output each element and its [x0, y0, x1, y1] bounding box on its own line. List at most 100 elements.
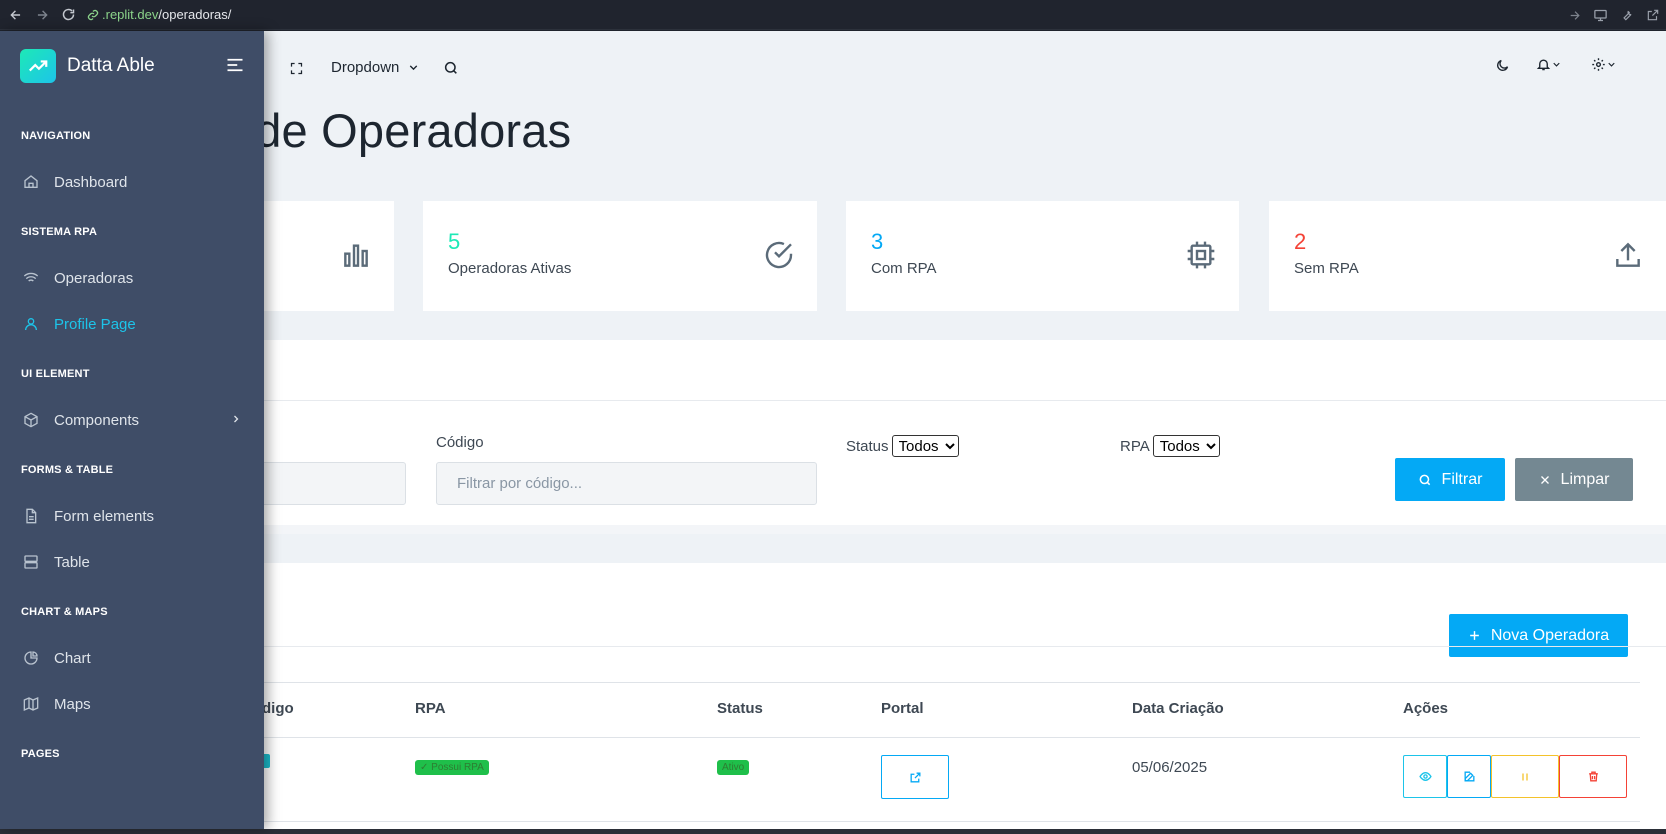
stat-card-com-rpa: 3 Com RPA — [846, 201, 1239, 311]
nav-caption: SISTEMA RPA — [21, 226, 98, 238]
wifi-icon — [22, 269, 40, 287]
stat-card-sem-rpa: 2 Sem RPA — [1269, 201, 1666, 311]
th-status: Status — [717, 700, 763, 717]
file-text-icon — [22, 507, 40, 525]
browser-toolbar: .replit.dev/operadoras/ — [0, 0, 1666, 30]
trending-up-icon — [20, 49, 56, 83]
nav-caption: CHART & MAPS — [21, 606, 108, 618]
wrench-icon[interactable] — [1620, 8, 1634, 22]
bar-chart-icon — [340, 239, 372, 271]
dropdown-label: Dropdown — [331, 59, 400, 76]
forward-button[interactable] — [29, 0, 55, 30]
plus-icon — [1470, 631, 1479, 640]
settings-button[interactable] — [1591, 57, 1617, 72]
rpa-select[interactable]: Todos — [1152, 435, 1220, 457]
gear-icon — [1592, 58, 1605, 71]
nav-caption: NAVIGATION — [21, 130, 91, 142]
sidebar-item-dashboard[interactable]: Dashboard — [0, 165, 264, 199]
sidebar-item-form-elements[interactable]: Form elements — [0, 499, 264, 533]
notifications-button[interactable] — [1536, 57, 1562, 72]
th-portal: Portal — [881, 700, 924, 717]
table-top-border — [160, 682, 1640, 683]
back-button[interactable] — [3, 0, 29, 30]
sidebar-item-table[interactable]: Table — [0, 545, 264, 579]
arrow-left-icon — [10, 9, 21, 20]
sidebar-item-label: Form elements — [54, 507, 155, 525]
pause-button[interactable] — [1491, 755, 1559, 798]
nav-caption: PAGES — [21, 748, 60, 760]
status-select[interactable]: Todos — [891, 435, 959, 457]
link-icon — [87, 9, 99, 21]
map-icon — [22, 695, 40, 713]
sidebar-item-operadoras[interactable]: Operadoras — [0, 261, 264, 295]
stat-value: 5 — [448, 229, 461, 254]
address-bar[interactable]: .replit.dev/operadoras/ — [87, 0, 231, 30]
table-row-border — [160, 821, 1640, 822]
clear-button[interactable]: Limpar — [1515, 458, 1633, 501]
stat-value: 2 — [1294, 229, 1307, 254]
reload-button[interactable] — [55, 0, 81, 30]
chevron-down-icon — [1608, 62, 1615, 67]
chevron-down-icon — [1553, 62, 1560, 67]
edit-icon — [1464, 771, 1474, 782]
search-icon — [444, 61, 457, 74]
box-icon — [22, 411, 40, 429]
sidebar-item-label: Chart — [54, 649, 91, 667]
upload-icon — [1612, 239, 1644, 271]
menu-toggle-button[interactable] — [226, 57, 244, 78]
chevron-down-icon — [410, 65, 418, 71]
portal-link-button[interactable] — [881, 755, 949, 799]
sidebar-item-components[interactable]: Components — [0, 403, 264, 437]
sidebar: Datta Able NAVIGATION Dashboard SISTEMA … — [0, 31, 264, 829]
stat-label: Com RPA — [871, 260, 937, 277]
new-operadora-button[interactable]: Nova Operadora — [1449, 614, 1628, 657]
delete-button[interactable] — [1559, 755, 1627, 798]
stat-label: Sem RPA — [1294, 260, 1359, 277]
th-rpa: RPA — [415, 700, 446, 717]
url-host: .replit.dev — [102, 7, 159, 22]
external-link-icon[interactable] — [1646, 8, 1660, 22]
view-button[interactable] — [1403, 755, 1447, 798]
data-criacao-cell: 05/06/2025 — [1132, 759, 1208, 776]
fullscreen-button[interactable] — [289, 61, 304, 76]
sidebar-item-maps[interactable]: Maps — [0, 687, 264, 721]
arrow-right-icon — [37, 9, 48, 20]
arrow-right-icon[interactable] — [1568, 9, 1581, 22]
table-header-border — [160, 737, 1640, 738]
monitor-icon[interactable] — [1593, 8, 1608, 23]
chevron-right-icon — [230, 412, 242, 429]
search-icon — [1419, 474, 1430, 485]
status-label: Status — [846, 437, 889, 455]
header-dropdown[interactable]: Dropdown — [331, 59, 420, 76]
moon-icon — [1497, 59, 1509, 71]
url-path: /operadoras/ — [158, 7, 232, 22]
theme-toggle-button[interactable] — [1495, 58, 1510, 73]
reload-icon — [62, 8, 74, 21]
header-search-button[interactable] — [443, 60, 459, 76]
check-circle-icon — [763, 239, 795, 271]
edit-button[interactable] — [1447, 755, 1491, 798]
th-data-criacao: Data Criação — [1132, 700, 1224, 717]
pie-chart-icon — [22, 649, 40, 667]
th-acoes: Ações — [1403, 700, 1449, 717]
home-icon — [22, 173, 40, 191]
user-icon — [22, 315, 40, 333]
bell-icon — [1536, 59, 1551, 71]
filter-button-label: Filtrar — [1441, 470, 1483, 488]
codigo-filter-input[interactable] — [436, 462, 817, 505]
external-link-icon — [910, 772, 920, 782]
filter-button[interactable]: Filtrar — [1395, 458, 1505, 501]
sidebar-item-label: Profile Page — [54, 315, 136, 333]
sidebar-item-label: Dashboard — [54, 173, 128, 191]
codigo-label: Código — [436, 434, 484, 451]
window-bottom-edge — [0, 829, 1666, 834]
status-filter: Status Todos — [846, 435, 959, 457]
brand[interactable]: Datta Able — [20, 49, 155, 83]
sidebar-item-chart[interactable]: Chart — [0, 641, 264, 675]
stat-label: Operadoras Ativas — [448, 260, 572, 277]
pause-icon — [1522, 773, 1528, 780]
th-codigo: digo — [262, 700, 294, 717]
brand-name: Datta Able — [67, 55, 155, 76]
sidebar-item-profile-page[interactable]: Profile Page — [0, 307, 264, 341]
stat-card-ativas: 5 Operadoras Ativas — [423, 201, 817, 311]
